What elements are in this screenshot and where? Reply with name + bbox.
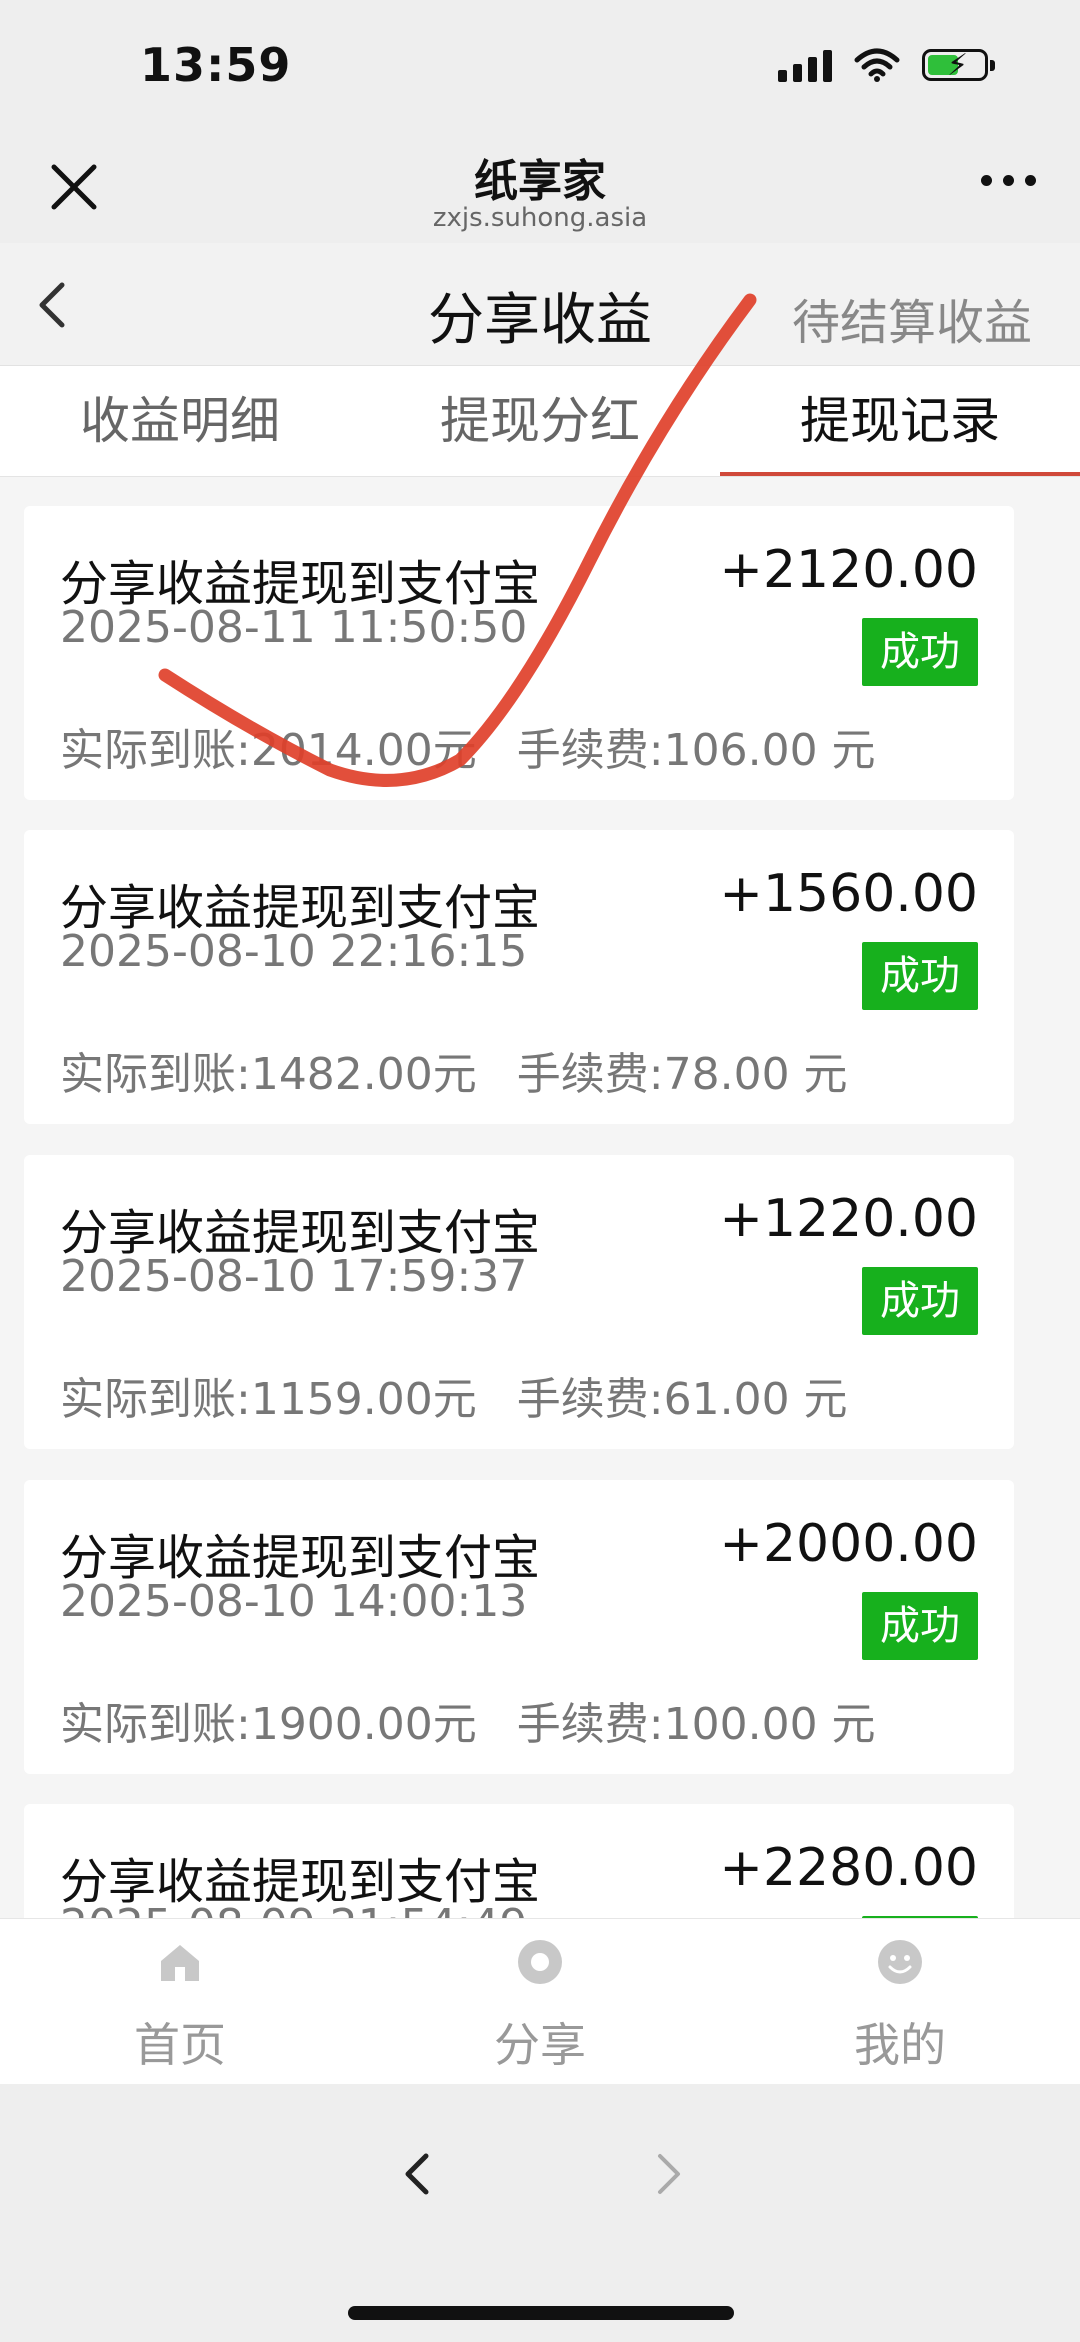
webview-title: 纸享家 xyxy=(474,156,606,207)
record-title: 分享收益提现到支付宝 xyxy=(60,1205,541,1257)
nav-home[interactable]: 首页 xyxy=(0,1919,360,2084)
browser-forward-icon[interactable] xyxy=(650,2144,690,2204)
nav-share-label: 分享 xyxy=(494,2018,586,2072)
record-amount: +1560.00 xyxy=(719,864,978,924)
record-amount: +1220.00 xyxy=(719,1189,978,1249)
status-badge: 成功 xyxy=(862,1267,978,1335)
status-time: 13:59 xyxy=(140,38,292,92)
record-title: 分享收益提现到支付宝 xyxy=(60,1530,541,1582)
nav-home-label: 首页 xyxy=(134,2018,226,2072)
status-icons: ⚡ xyxy=(778,48,995,83)
tab-withdraw-records[interactable]: 提现记录 xyxy=(720,366,1080,476)
bottom-nav: 首页 分享 我的 xyxy=(0,1918,1080,2084)
active-tab-indicator xyxy=(720,472,1080,476)
profile-icon xyxy=(878,1940,922,1984)
pending-earnings-link[interactable]: 待结算收益 xyxy=(792,283,1032,353)
record-title: 分享收益提现到支付宝 xyxy=(60,880,541,932)
more-icon[interactable] xyxy=(981,175,1036,186)
service-fee: 手续费:100.00 元 xyxy=(516,1699,876,1750)
tab-bar: 收益明细 提现分红 提现记录 xyxy=(0,366,1080,477)
status-badge: 成功 xyxy=(862,942,978,1010)
record-footer: 实际到账:1482.00元 手续费:78.00 元 xyxy=(60,1038,848,1102)
actual-received: 实际到账:1482.00元 xyxy=(60,1049,477,1100)
actual-received: 实际到账:2014.00元 xyxy=(60,725,477,776)
battery-icon: ⚡ xyxy=(922,48,995,83)
record-footer: 实际到账:1900.00元 手续费:100.00 元 xyxy=(60,1688,876,1752)
webview-url: zxjs.suhong.asia xyxy=(432,203,648,233)
service-fee: 手续费:61.00 元 xyxy=(516,1374,848,1425)
share-icon xyxy=(518,1940,562,1984)
tab-withdraw-dividend[interactable]: 提现分红 xyxy=(360,366,720,476)
record-amount: +2000.00 xyxy=(719,1514,978,1574)
service-fee: 手续费:78.00 元 xyxy=(516,1049,848,1100)
browser-back-icon[interactable] xyxy=(396,2144,436,2204)
withdrawal-record-card[interactable]: 分享收益提现到支付宝 2025-08-10 22:16:15 +1560.00 … xyxy=(24,830,1014,1124)
status-badge: 成功 xyxy=(862,618,978,686)
home-icon xyxy=(161,1945,199,1981)
signal-icon xyxy=(778,48,832,82)
nav-profile-label: 我的 xyxy=(854,2018,946,2072)
record-amount: +2280.00 xyxy=(719,1838,978,1898)
record-footer: 实际到账:1159.00元 手续费:61.00 元 xyxy=(60,1363,848,1427)
record-date: 2025-08-10 14:00:13 xyxy=(60,1576,528,1627)
withdrawal-record-card[interactable]: 分享收益提现到支付宝 2025-08-11 11:50:50 +2120.00 … xyxy=(24,506,1014,800)
record-title: 分享收益提现到支付宝 xyxy=(60,556,541,608)
service-fee: 手续费:106.00 元 xyxy=(516,725,876,776)
actual-received: 实际到账:1159.00元 xyxy=(60,1374,477,1425)
record-date: 2025-08-10 17:59:37 xyxy=(60,1251,528,1302)
record-footer: 实际到账:2014.00元 手续费:106.00 元 xyxy=(60,714,876,778)
record-title: 分享收益提现到支付宝 xyxy=(60,1854,541,1906)
nav-share[interactable]: 分享 xyxy=(360,1919,720,2084)
tab-earnings-detail[interactable]: 收益明细 xyxy=(0,366,360,476)
webview-bar: 纸享家 zxjs.suhong.asia xyxy=(0,135,1080,243)
withdrawal-record-card[interactable]: 分享收益提现到支付宝 2025-08-10 17:59:37 +1220.00 … xyxy=(24,1155,1014,1449)
browser-bottom-bar xyxy=(0,2084,1080,2342)
status-bar: 13:59 ⚡ xyxy=(0,0,1080,135)
home-indicator xyxy=(348,2306,734,2320)
nav-profile[interactable]: 我的 xyxy=(720,1919,1080,2084)
withdrawal-record-card[interactable]: 分享收益提现到支付宝 2025-08-10 14:00:13 +2000.00 … xyxy=(24,1480,1014,1774)
actual-received: 实际到账:1900.00元 xyxy=(60,1699,477,1750)
page-header: 分享收益 待结算收益 xyxy=(0,243,1080,366)
record-date: 2025-08-11 11:50:50 xyxy=(60,602,528,653)
record-date: 2025-08-10 22:16:15 xyxy=(60,926,528,977)
wifi-icon xyxy=(854,48,900,82)
status-badge: 成功 xyxy=(862,1592,978,1660)
record-amount: +2120.00 xyxy=(719,540,978,600)
